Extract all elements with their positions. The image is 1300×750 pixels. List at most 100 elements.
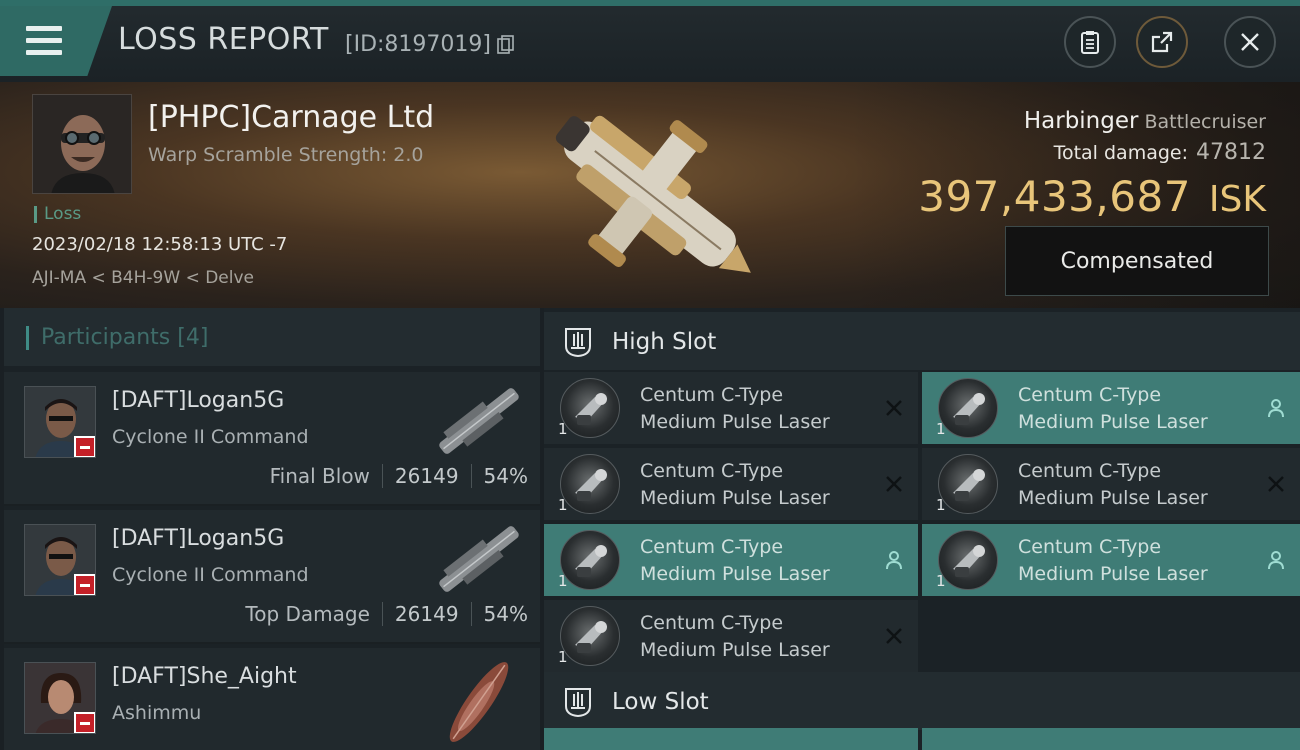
module-card[interactable]: 1 Centum C-Type Medium Pulse Laser (922, 372, 1300, 444)
module-name-line2: Medium Pulse Laser (640, 411, 830, 433)
module-quantity: 1 (936, 496, 946, 514)
destroyed-icon (886, 628, 902, 644)
victim-summary: [PHPC]Carnage Ltd Warp Scramble Strength… (0, 82, 1300, 308)
pulse-laser-icon (560, 378, 620, 438)
participant-row[interactable]: [DAFT]Logan5G Cyclone II Command Final B… (4, 372, 540, 506)
avatar[interactable] (24, 386, 96, 458)
close-icon (1241, 33, 1259, 51)
isk-unit: ISK (1208, 179, 1266, 220)
destroyed-icon (1268, 476, 1284, 492)
module-name-line2: Medium Pulse Laser (640, 639, 830, 661)
fitting-panel: High Slot 1 Centum C-Type Medium Pulse Las… (544, 308, 1300, 750)
pulse-laser-icon (938, 530, 998, 590)
module-name: Centum C-Type (640, 460, 784, 482)
report-id: [ID:8197019] (345, 32, 491, 57)
module-quantity: 1 (558, 648, 568, 666)
participants-count: [4] (177, 325, 209, 350)
participant-ship-icon (439, 388, 519, 454)
module-name: Centum C-Type (640, 384, 784, 406)
module-card[interactable]: 1 Centum C-Type Medium Pulse Laser (544, 600, 918, 672)
module-name: Centum C-Type (640, 536, 784, 558)
participant-name[interactable]: [DAFT]She_Aight (112, 664, 297, 689)
participant-damage: 26149 (394, 464, 459, 488)
participant-ship-icon (439, 526, 519, 592)
pulse-laser-icon (560, 606, 620, 666)
victim-portrait[interactable] (32, 94, 132, 194)
pulse-laser-icon (938, 454, 998, 514)
module-name: Centum C-Type (640, 612, 784, 634)
victim-ship-render (555, 115, 751, 273)
participant-name[interactable]: [DAFT]Logan5G (112, 388, 284, 413)
high-slot-icon (565, 328, 591, 358)
module-card[interactable]: 1 Centum C-Type Medium Pulse Laser (544, 524, 918, 596)
kill-badge-icon (74, 436, 95, 457)
module-quantity: 1 (558, 572, 568, 590)
participant-ship: Cyclone II Command (112, 564, 309, 586)
pilot-avatar-image (33, 95, 131, 193)
share-button[interactable] (1136, 16, 1188, 68)
module-card[interactable]: 1 Centum C-Type Medium Pulse Laser (544, 372, 918, 444)
destroyed-icon (886, 400, 902, 416)
participant-ship-icon (449, 662, 509, 742)
kill-badge-icon (74, 712, 95, 733)
ship-type[interactable]: Harbinger Battlecruiser (1024, 108, 1266, 134)
dropped-icon (1268, 551, 1284, 570)
clipboard-button[interactable] (1064, 16, 1116, 68)
victim-name[interactable]: [PHPC]Carnage Ltd (148, 100, 434, 135)
loss-label: Loss (34, 206, 81, 223)
participant-name[interactable]: [DAFT]Logan5G (112, 526, 284, 551)
module-name-line2: Medium Pulse Laser (640, 487, 830, 509)
participant-stats: Top Damage 26149 54% (245, 602, 528, 626)
pulse-laser-icon (560, 454, 620, 514)
low-slot-header[interactable]: Low Slot (544, 672, 1300, 730)
total-damage: Total damage: 47812 (1054, 140, 1266, 165)
participant-damage: 26149 (394, 602, 459, 626)
module-card[interactable]: 1 Centum C-Type Medium Pulse Laser (922, 524, 1300, 596)
total-damage-label: Total damage: (1053, 142, 1188, 164)
clipboard-icon (1081, 31, 1099, 54)
ship-name: Harbinger (1023, 108, 1139, 134)
total-damage-value: 47812 (1196, 140, 1266, 165)
module-name-line2: Medium Pulse Laser (640, 563, 830, 585)
top-bar: LOSS REPORT [ID:8197019] (0, 0, 1300, 82)
high-slot-header[interactable]: High Slot (544, 312, 1300, 370)
module-card[interactable]: 1 Centum C-Type Medium Pulse Laser (544, 448, 918, 520)
header-accent-line (0, 0, 1300, 6)
avatar[interactable] (24, 662, 96, 734)
loss-location[interactable]: AJI-MA < B4H-9W < Delve (32, 268, 254, 288)
pulse-laser-icon (560, 530, 620, 590)
final-blow-label: Final Blow (269, 464, 370, 488)
participant-row[interactable]: [DAFT]She_Aight Ashimmu (4, 648, 540, 750)
low-slot-module[interactable] (544, 728, 918, 750)
avatar[interactable] (24, 524, 96, 596)
module-quantity: 1 (936, 572, 946, 590)
module-quantity: 1 (936, 420, 946, 438)
page-title: LOSS REPORT (118, 22, 329, 57)
loss-timestamp: 2023/02/18 12:58:13 UTC -7 (32, 234, 288, 255)
participant-ship: Ashimmu (112, 702, 202, 724)
participant-stats: Final Blow 26149 54% (270, 464, 528, 488)
hamburger-menu-icon[interactable] (26, 26, 62, 56)
module-name: Centum C-Type (1018, 460, 1162, 482)
participant-damage-percent: 54% (483, 464, 528, 488)
participants-panel: Participants [4] [DAFT]Logan5G Cyclone I… (4, 308, 540, 750)
destroyed-icon (886, 476, 902, 492)
module-card[interactable]: 1 Centum C-Type Medium Pulse Laser (922, 448, 1300, 520)
participant-row[interactable]: [DAFT]Logan5G Cyclone II Command Top Dam… (4, 510, 540, 644)
high-slot-title: High Slot (612, 329, 717, 355)
module-name: Centum C-Type (1018, 536, 1162, 558)
isk-amount: 397,433,687 (918, 172, 1191, 221)
dropped-icon (1268, 399, 1284, 418)
close-button[interactable] (1224, 16, 1276, 68)
participant-ship: Cyclone II Command (112, 426, 309, 448)
ship-class: Battlecruiser (1144, 111, 1266, 133)
low-slot-module[interactable] (922, 728, 1300, 750)
pulse-laser-icon (938, 378, 998, 438)
module-name-line2: Medium Pulse Laser (1018, 563, 1208, 585)
participants-header: Participants [4] (4, 308, 540, 366)
participants-title: Participants [4] (26, 326, 208, 350)
copy-icon[interactable] (497, 35, 515, 55)
isk-value: 397,433,687 ISK (918, 172, 1266, 221)
compensated-button[interactable]: Compensated (1005, 226, 1269, 296)
low-slot-title: Low Slot (612, 689, 709, 715)
